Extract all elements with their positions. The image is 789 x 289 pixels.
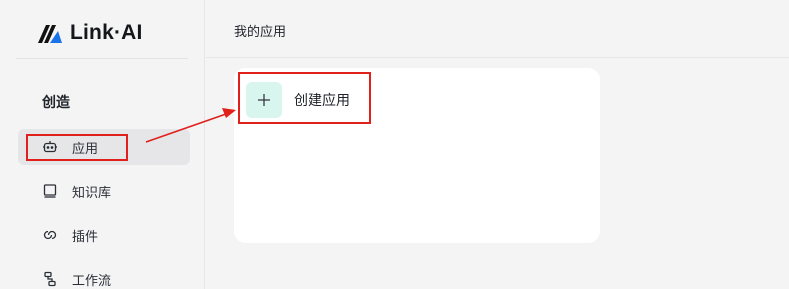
plus-tile bbox=[246, 82, 282, 118]
book-icon bbox=[43, 184, 57, 198]
plugin-link-icon bbox=[43, 230, 57, 240]
create-app-button[interactable]: 创建应用 bbox=[246, 82, 350, 118]
sidebar-item-workflow[interactable]: 工作流 bbox=[18, 261, 190, 289]
sidebar-divider bbox=[16, 58, 188, 59]
create-app-label: 创建应用 bbox=[294, 93, 350, 109]
main-header: 我的应用 bbox=[206, 0, 789, 58]
brand-logo[interactable]: Link·AI bbox=[36, 20, 143, 46]
sidebar-item-label: 插件 bbox=[72, 229, 99, 245]
sidebar: Link·AI 创造 应用 知识库 插件 工作流 bbox=[0, 0, 205, 289]
sidebar-item-apps[interactable]: 应用 bbox=[18, 129, 190, 165]
sidebar-item-label: 工作流 bbox=[72, 273, 112, 289]
plus-icon bbox=[258, 94, 270, 106]
sidebar-item-knowledge-base[interactable]: 知识库 bbox=[18, 173, 190, 209]
linkai-logo-icon bbox=[38, 25, 62, 43]
section-title-create: 创造 bbox=[42, 95, 70, 111]
brand-name: Link·AI bbox=[70, 21, 143, 44]
robot-icon bbox=[43, 141, 57, 153]
sidebar-item-label: 应用 bbox=[72, 141, 99, 157]
main-content: 我的应用 创建应用 bbox=[206, 0, 789, 289]
workflow-icon bbox=[44, 271, 56, 287]
page-title: 我的应用 bbox=[234, 25, 287, 40]
sidebar-item-plugins[interactable]: 插件 bbox=[18, 217, 190, 253]
sidebar-item-label: 知识库 bbox=[72, 185, 112, 201]
